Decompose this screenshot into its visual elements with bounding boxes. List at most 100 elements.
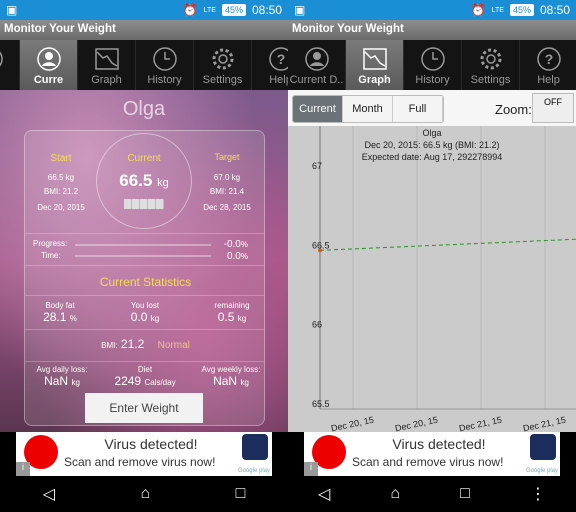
bmi-row: BMI: 21.2 Normal bbox=[101, 337, 190, 351]
network-indicator: LTE bbox=[203, 6, 216, 14]
clock: 08:50 bbox=[251, 3, 282, 17]
image-icon: ▣ bbox=[294, 3, 306, 17]
trend-line bbox=[319, 238, 576, 251]
range-month[interactable]: Month bbox=[343, 96, 393, 122]
battery-indicator: 45% bbox=[509, 4, 534, 16]
help-icon: ? bbox=[268, 47, 288, 71]
battery-indicator: 45% bbox=[221, 4, 246, 16]
tab-help[interactable]: ? Help bbox=[252, 40, 288, 90]
x-tick-label: Dec 21, 15 bbox=[522, 415, 567, 432]
target-bmi: BMI: 21.4 bbox=[209, 187, 245, 196]
tab-curre[interactable]: Curre bbox=[20, 40, 78, 90]
avg-weekly-loss: Avg weekly loss: NaN kg bbox=[201, 365, 261, 388]
time-label: Time: bbox=[41, 251, 61, 260]
status-bar: ▣ ⏰ LTE 45% 08:50 bbox=[0, 0, 288, 20]
graph-icon bbox=[362, 48, 387, 70]
nav-bar: ◁ ⌂ □ ⋮ bbox=[288, 476, 576, 512]
back-icon[interactable]: ◁ bbox=[43, 484, 55, 504]
svg-text:?: ? bbox=[276, 51, 285, 67]
body-fat: Body fat 28.1 % bbox=[43, 301, 77, 324]
tab-label: Help bbox=[537, 74, 560, 86]
tab-label: Settings bbox=[202, 74, 243, 86]
recents-icon[interactable]: □ bbox=[236, 485, 246, 503]
alarm-icon: ⏰ bbox=[182, 3, 198, 17]
ad-banner[interactable]: Virus detected! Scan and remove virus now… bbox=[304, 432, 560, 476]
zoom-toggle[interactable]: OFF bbox=[532, 93, 574, 123]
range-current[interactable]: Current bbox=[293, 96, 343, 122]
ad-text: Scan and remove virus now! bbox=[64, 455, 216, 469]
you-lost: You lost 0.0 kg bbox=[130, 301, 160, 324]
clock-icon bbox=[420, 47, 445, 71]
progress-label: Progress: bbox=[33, 239, 68, 248]
menu-icon[interactable]: ⋮ bbox=[530, 484, 546, 504]
remaining: remaining 0.5 kg bbox=[214, 301, 250, 324]
target-label: Target bbox=[214, 152, 240, 162]
info-icon[interactable]: i bbox=[304, 462, 318, 476]
user-icon bbox=[36, 47, 61, 71]
network-indicator: LTE bbox=[491, 6, 504, 14]
graph-screen: ▣ ⏰ LTE 45% 08:50 Monitor Your Weight Curren… bbox=[288, 0, 576, 512]
tab-settings[interactable]: Settings bbox=[462, 40, 520, 90]
home-icon[interactable]: ⌂ bbox=[390, 485, 400, 503]
tab-label: Settings bbox=[470, 74, 511, 86]
enter-weight-button[interactable]: Enter Weight bbox=[85, 393, 203, 423]
gear-icon bbox=[480, 48, 501, 70]
target-date: Dec 28, 2015 bbox=[203, 203, 251, 212]
tab-label: Help bbox=[269, 74, 288, 86]
tab-label: History bbox=[415, 74, 450, 86]
tab-help[interactable]: ? Help bbox=[520, 40, 576, 90]
diet: Diet 2249 Cals/day bbox=[114, 365, 176, 388]
tab-bar: ls Curre Graph History Settings? Help bbox=[0, 40, 288, 90]
current-weight-unit: kg bbox=[157, 177, 169, 189]
store-badge: Google play bbox=[525, 468, 558, 474]
tab-history[interactable]: History bbox=[136, 40, 194, 90]
home-icon[interactable]: ⌂ bbox=[140, 485, 150, 503]
x-tick-label: Dec 21, 15 bbox=[458, 415, 503, 432]
app-logo-icon bbox=[530, 434, 556, 460]
zoom-label: Zoom: bbox=[495, 102, 532, 117]
tab-label: Current D.. bbox=[289, 74, 344, 86]
start-date: Dec 20, 2015 bbox=[37, 203, 85, 212]
clock-icon bbox=[152, 47, 177, 71]
chart-svg: Dec 20, 15 Dec 20, 15 Dec 21, 15 Dec 21, 15… bbox=[312, 126, 576, 433]
tab-bar: Current D.. Graph History Settings ? Help bbox=[288, 40, 576, 90]
gear-icon bbox=[212, 48, 233, 70]
tab-label: Curre bbox=[33, 74, 64, 86]
ad-title: Virus detected! bbox=[392, 436, 486, 452]
current-weight-value: 66.5 bbox=[119, 171, 153, 190]
avg-daily-loss: Avg daily loss: NaN kg bbox=[36, 365, 88, 388]
tab-history[interactable]: History bbox=[404, 40, 462, 90]
tab-currentd[interactable]: Current D.. bbox=[288, 40, 346, 90]
app-title: Monitor Your Weight bbox=[288, 20, 576, 40]
current-panel: Olga Start 66.5 kg BMI: 21.2 Dec 20, 201… bbox=[0, 90, 288, 432]
nav-bar: ◁ ⌂ □ bbox=[0, 476, 288, 512]
back-icon[interactable]: ◁ bbox=[318, 484, 330, 504]
ad-title: Virus detected! bbox=[104, 436, 198, 452]
clock: 08:50 bbox=[539, 3, 570, 17]
weight-chart[interactable]: Dec 20, 15 Dec 20, 15 Dec 21, 15 Dec 21, 15… bbox=[288, 126, 576, 433]
tab-graph[interactable]: Graph bbox=[346, 40, 404, 90]
tab-settings[interactable]: Settings bbox=[194, 40, 252, 90]
tab-graph[interactable]: Graph bbox=[78, 40, 136, 90]
user-icon bbox=[0, 52, 3, 66]
info-icon[interactable]: i bbox=[16, 462, 30, 476]
tab-label: Graph bbox=[358, 74, 391, 86]
x-tick-label: Dec 20, 15 bbox=[330, 415, 375, 432]
y-tick-label: 66 bbox=[312, 320, 322, 330]
status-bar: ▣ ⏰ LTE 45% 08:50 bbox=[288, 0, 576, 20]
range-full[interactable]: Full bbox=[393, 96, 443, 122]
progress-value: -0.0% bbox=[223, 239, 248, 250]
start-bmi: BMI: 21.2 bbox=[43, 187, 79, 196]
recents-icon[interactable]: □ bbox=[460, 485, 470, 503]
current-label: Current bbox=[127, 153, 161, 164]
current-weight: 66.5 kg bbox=[96, 171, 192, 191]
user-icon bbox=[304, 47, 329, 71]
y-tick-label: 65.5 bbox=[312, 399, 330, 409]
progress-blocks bbox=[124, 199, 164, 209]
chart-info: Olga Dec 20, 2015: 66.5 kg (BMI: 21.2) Exp… bbox=[361, 128, 503, 162]
tab-label: Graph bbox=[91, 74, 122, 86]
x-tick-label: Dec 20, 15 bbox=[394, 415, 439, 432]
ad-banner[interactable]: Virus detected! Scan and remove virus now… bbox=[16, 432, 272, 476]
tab-ls[interactable]: ls bbox=[0, 40, 20, 90]
alarm-icon: ⏰ bbox=[470, 3, 486, 17]
